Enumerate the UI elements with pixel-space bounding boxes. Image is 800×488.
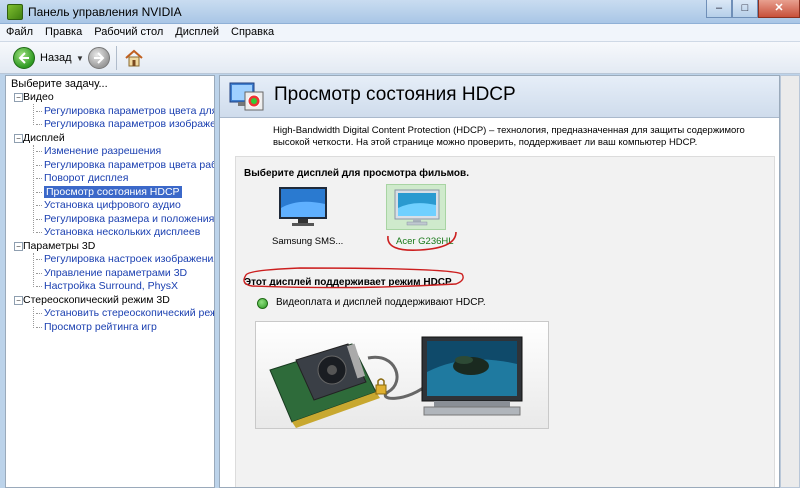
tree-item[interactable]: Регулировка параметров изображения д bbox=[10, 118, 214, 132]
menu-file[interactable]: Файл bbox=[0, 24, 39, 41]
menu-display[interactable]: Дисплей bbox=[169, 24, 225, 41]
window-controls: – □ ✕ bbox=[706, 0, 800, 20]
title-bar: Панель управления NVIDIA – □ ✕ bbox=[0, 0, 800, 24]
menu-edit[interactable]: Правка bbox=[39, 24, 88, 41]
tree-item[interactable]: Управление параметрами 3D bbox=[10, 267, 214, 281]
toolbar-separator bbox=[116, 46, 117, 70]
close-button[interactable]: ✕ bbox=[758, 0, 800, 18]
tree-item[interactable]: Регулировка параметров цвета для вид bbox=[10, 105, 214, 119]
menu-desktop[interactable]: Рабочий стол bbox=[88, 24, 169, 41]
vertical-scrollbar[interactable] bbox=[780, 75, 800, 488]
tree-category-3d-settings[interactable]: − Параметры 3D bbox=[10, 240, 214, 254]
content-panel: Просмотр состояния HDCP High-Bandwidth D… bbox=[219, 75, 780, 488]
gpu-to-display-illustration bbox=[269, 336, 523, 428]
collapse-icon[interactable]: − bbox=[14, 295, 23, 305]
task-panel-header: Выберите задачу... bbox=[6, 76, 214, 91]
hdcp-illustration bbox=[255, 321, 549, 429]
check-icon bbox=[257, 298, 268, 309]
page-title: Просмотр состояния HDCP bbox=[274, 84, 516, 105]
tree-item[interactable]: Настройка Surround, PhysX bbox=[10, 280, 214, 294]
maximize-button[interactable]: □ bbox=[732, 0, 758, 18]
forward-button[interactable] bbox=[88, 47, 110, 69]
tree-item[interactable]: Изменение разрешения bbox=[10, 145, 214, 159]
task-panel: Выберите задачу... − Видео Регулировка па… bbox=[5, 75, 215, 488]
toolbar: Назад ▼ bbox=[0, 42, 800, 74]
hdcp-status-label: Этот дисплей поддерживает режим HDCP. bbox=[244, 277, 454, 288]
tree-item[interactable]: Регулировка параметров цвета рабочег bbox=[10, 159, 214, 173]
tree-item[interactable]: Просмотр рейтинга игр bbox=[10, 321, 214, 335]
home-icon[interactable] bbox=[124, 48, 144, 68]
collapse-icon[interactable]: − bbox=[14, 93, 23, 102]
monitor-icon bbox=[279, 187, 327, 226]
back-button[interactable] bbox=[13, 47, 35, 69]
tree-category-stereo-3d[interactable]: − Стереоскопический режим 3D bbox=[10, 294, 214, 308]
tree-item-hdcp-selected[interactable]: Просмотр состояния HDCP bbox=[10, 185, 214, 200]
nvidia-app-icon bbox=[7, 4, 23, 20]
menu-help[interactable]: Справка bbox=[225, 24, 280, 41]
collapse-icon[interactable]: − bbox=[14, 241, 23, 251]
menu-bar: Файл Правка Рабочий стол Дисплей Справка bbox=[0, 24, 800, 42]
back-dropdown-icon[interactable]: ▼ bbox=[76, 54, 84, 63]
back-label[interactable]: Назад bbox=[40, 52, 72, 64]
display-label-acer[interactable]: Acer G236HL bbox=[396, 236, 454, 247]
tree-category-display[interactable]: − Дисплей bbox=[10, 132, 214, 146]
arrow-right-icon bbox=[94, 52, 105, 64]
collapse-icon[interactable]: − bbox=[14, 133, 23, 143]
task-tree: −Видео Регулировка параметров цвета для … bbox=[6, 91, 214, 334]
tree-item[interactable]: Регулировка размера и положения рабо bbox=[10, 213, 214, 227]
tree-item[interactable]: Регулировка настроек изображения с пр bbox=[10, 253, 214, 267]
select-display-label: Выберите дисплей для просмотра фильмов. bbox=[244, 168, 469, 179]
display-acer-selected[interactable] bbox=[386, 184, 446, 230]
window-title: Панель управления NVIDIA bbox=[28, 5, 182, 19]
tree-item[interactable]: Установка цифрового аудио bbox=[10, 199, 214, 213]
display-settings-icon bbox=[229, 82, 264, 111]
page-header: Просмотр состояния HDCP bbox=[220, 76, 779, 118]
hdcp-check-text: Видеоплата и дисплей поддерживают HDCP. bbox=[276, 297, 486, 308]
tree-item[interactable]: Установить стереоскопический режим 3 bbox=[10, 307, 214, 321]
minimize-button[interactable]: – bbox=[706, 0, 732, 18]
tree-category-video[interactable]: − Видео bbox=[10, 91, 214, 105]
tree-item[interactable]: Установка нескольких дисплеев bbox=[10, 226, 214, 240]
tree-item[interactable]: Поворот дисплея bbox=[10, 172, 214, 186]
monitor-icon bbox=[394, 189, 440, 226]
arrow-left-icon bbox=[18, 52, 29, 64]
page-description: High-Bandwidth Digital Content Protectio… bbox=[273, 125, 745, 148]
display-label-samsung[interactable]: Samsung SMS... bbox=[272, 236, 343, 247]
